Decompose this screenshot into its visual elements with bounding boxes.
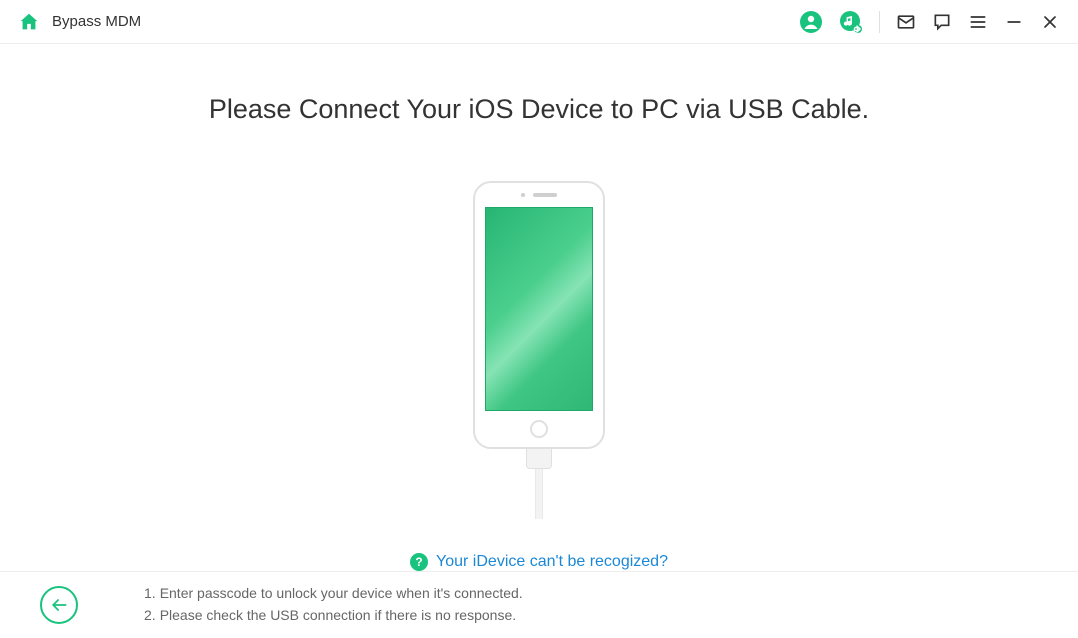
main-content: Please Connect Your iOS Device to PC via… bbox=[0, 44, 1078, 571]
instruction-num: 2. bbox=[144, 605, 156, 627]
instruction-line: 1. Enter passcode to unlock your device … bbox=[144, 583, 523, 605]
phone-home-button bbox=[530, 420, 548, 438]
device-illustration bbox=[473, 181, 605, 519]
usb-cable bbox=[535, 469, 543, 519]
phone-screen bbox=[485, 207, 593, 411]
phone-outline bbox=[473, 181, 605, 449]
instruction-line: 2. Please check the USB connection if th… bbox=[144, 605, 523, 627]
footer-instructions: 1. Enter passcode to unlock your device … bbox=[144, 583, 523, 626]
minimize-icon[interactable] bbox=[1004, 12, 1024, 32]
header-divider bbox=[879, 11, 880, 33]
footer-bar: 1. Enter passcode to unlock your device … bbox=[0, 571, 1078, 638]
instruction-heading: Please Connect Your iOS Device to PC via… bbox=[209, 94, 869, 125]
device-not-recognized-link[interactable]: Your iDevice can't be recogized? bbox=[436, 553, 668, 571]
help-question-icon: ? bbox=[410, 553, 428, 571]
app-window: Bypass MDM bbox=[0, 0, 1078, 638]
phone-top-sensors bbox=[521, 193, 557, 197]
instruction-text: Enter passcode to unlock your device whe… bbox=[160, 583, 523, 605]
header-right bbox=[799, 10, 1060, 34]
help-link-row: ? Your iDevice can't be recogized? bbox=[410, 553, 668, 571]
music-transfer-icon[interactable] bbox=[839, 10, 863, 34]
back-button[interactable] bbox=[40, 586, 78, 624]
menu-icon[interactable] bbox=[968, 12, 988, 32]
feedback-icon[interactable] bbox=[932, 12, 952, 32]
mail-icon[interactable] bbox=[896, 12, 916, 32]
close-icon[interactable] bbox=[1040, 12, 1060, 32]
usb-plug bbox=[526, 447, 552, 469]
header-left: Bypass MDM bbox=[18, 11, 141, 33]
home-icon[interactable] bbox=[18, 11, 40, 33]
account-icon[interactable] bbox=[799, 10, 823, 34]
instruction-text: Please check the USB connection if there… bbox=[160, 605, 516, 627]
page-title: Bypass MDM bbox=[52, 13, 141, 30]
instruction-num: 1. bbox=[144, 583, 156, 605]
header-bar: Bypass MDM bbox=[0, 0, 1078, 44]
